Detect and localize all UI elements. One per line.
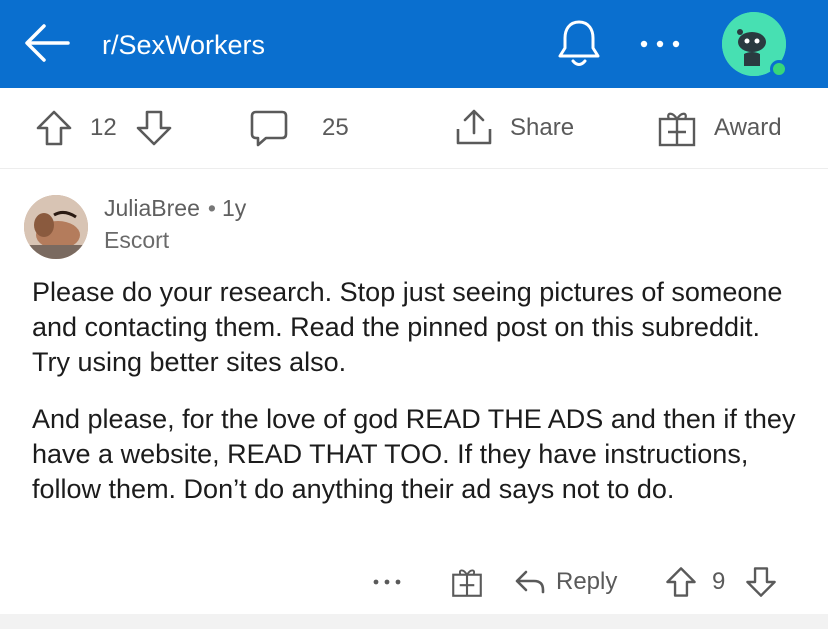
comment-username[interactable]: JuliaBree xyxy=(104,195,200,221)
comment-count: 25 xyxy=(322,114,349,141)
upvote-button[interactable] xyxy=(34,88,74,168)
award-button[interactable]: Award xyxy=(656,88,782,168)
share-label: Share xyxy=(510,114,575,141)
subreddit-title[interactable]: r/SexWorkers xyxy=(102,28,265,62)
share-button[interactable]: Share xyxy=(454,88,574,168)
upvote-icon xyxy=(666,567,696,597)
comment-award-button[interactable] xyxy=(450,560,484,604)
comment-upvote-button[interactable] xyxy=(664,560,698,604)
user-flair: Escort xyxy=(104,227,170,253)
downvote-icon xyxy=(746,567,776,597)
divider xyxy=(0,614,828,629)
upvote-icon xyxy=(36,110,72,146)
online-status-dot xyxy=(770,60,788,78)
user-avatar[interactable] xyxy=(722,12,788,78)
separator-dot: • xyxy=(207,195,216,221)
comment-paragraph: Please do your research. Stop just seein… xyxy=(32,277,783,377)
post-score: 12 xyxy=(90,114,117,141)
comments-button[interactable] xyxy=(248,88,290,168)
share-icon xyxy=(456,109,492,145)
top-bar: r/SexWorkers xyxy=(0,0,828,88)
comment-score: 9 xyxy=(712,568,726,595)
reply-label: Reply xyxy=(556,568,618,595)
comment-more-button[interactable] xyxy=(372,560,402,604)
post-action-bar: 12 25 Share Award xyxy=(0,88,828,169)
downvote-button[interactable] xyxy=(134,88,174,168)
award-label: Award xyxy=(714,114,782,141)
commenter-avatar[interactable] xyxy=(24,195,88,259)
gift-icon xyxy=(658,112,696,147)
comment-body: Please do your research. Stop just seein… xyxy=(32,275,802,529)
comment-action-bar: Reply 9 xyxy=(0,560,828,604)
comment-age: 1y xyxy=(221,195,247,221)
gift-icon xyxy=(452,569,482,597)
comment-paragraph: And please, for the love of god READ THE… xyxy=(32,404,796,504)
more-horizontal-icon xyxy=(373,579,401,585)
comment-bubble-icon xyxy=(250,110,288,147)
arrow-left-icon[interactable] xyxy=(22,18,72,68)
comment-downvote-button[interactable] xyxy=(744,560,778,604)
reply-icon xyxy=(515,570,545,594)
more-horizontal-icon[interactable] xyxy=(638,36,682,52)
downvote-icon xyxy=(136,110,172,146)
bell-icon[interactable] xyxy=(556,18,602,70)
reply-button[interactable]: Reply xyxy=(514,560,617,604)
